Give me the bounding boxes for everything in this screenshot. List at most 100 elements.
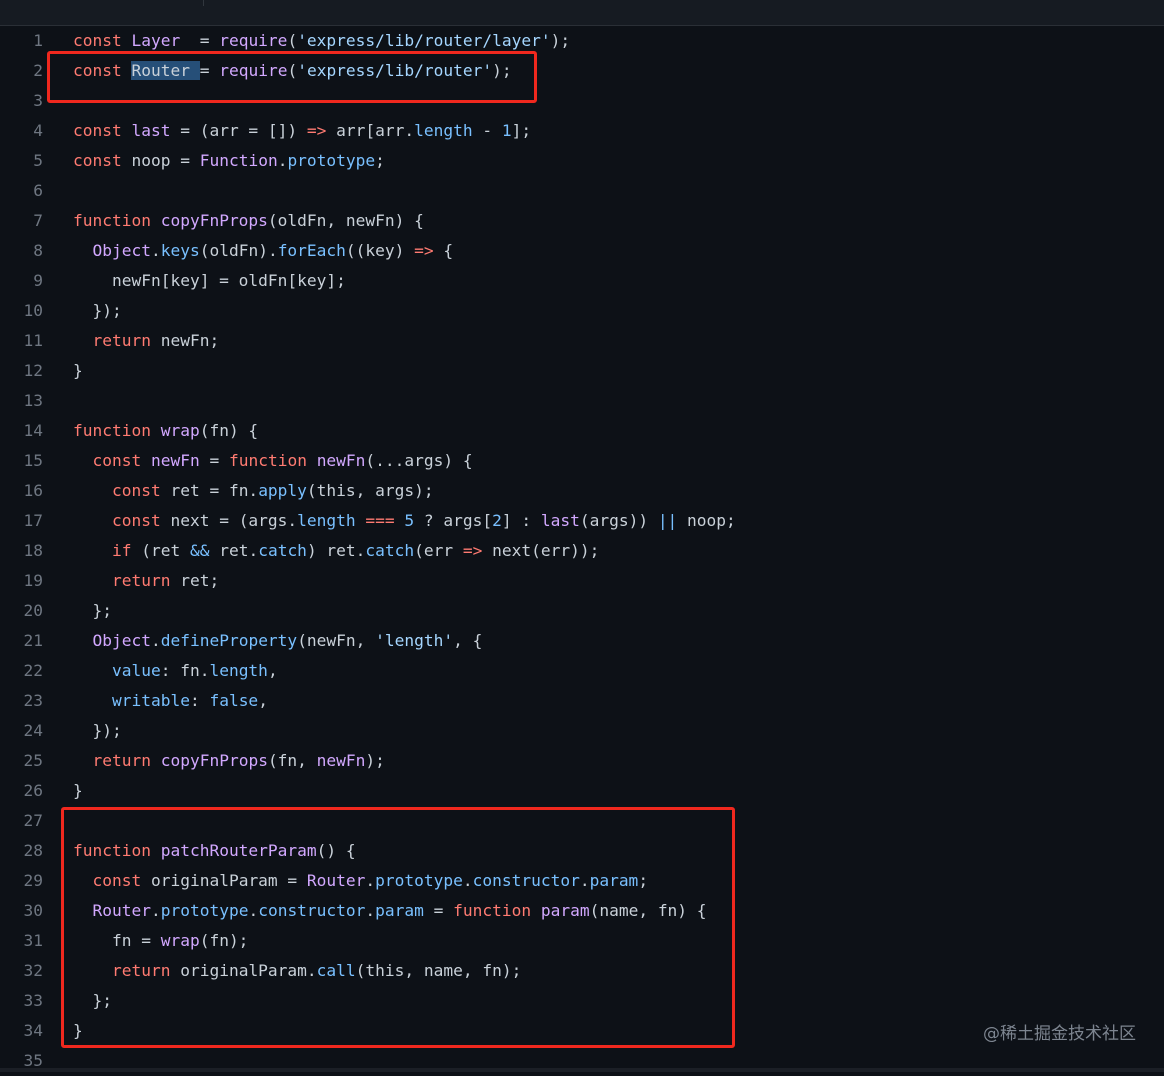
code-token: const [92,451,151,470]
code-line[interactable]: 15 const newFn = function newFn(...args)… [0,446,1164,476]
code-line[interactable]: 29 const originalParam = Router.prototyp… [0,866,1164,896]
code-token: ( [287,61,298,80]
line-number: 3 [33,91,43,110]
code-token: , [267,661,278,680]
code-token: wrap [160,421,200,440]
code-text: Router.prototype.constructor.param = fun… [73,896,707,926]
code-line[interactable]: 26} [0,776,1164,806]
code-token: (err [414,541,463,560]
code-token: const [92,871,151,890]
code-line[interactable]: 21 Object.defineProperty(newFn, 'length'… [0,626,1164,656]
code-token: ? args[ [414,511,493,530]
code-token: prototype [287,151,376,170]
code-token: ((key) [345,241,415,260]
code-token: require [219,61,288,80]
code-token: defineProperty [160,631,298,650]
code-line[interactable]: 24 }); [0,716,1164,746]
code-line[interactable]: 28 function patchRouterParam() { [0,836,1164,866]
code-token: newFn [316,751,366,770]
code-text: return newFn; [73,326,220,356]
code-token: (...args) { [365,451,473,470]
code-line[interactable]: 11 return newFn; [0,326,1164,356]
code-line[interactable]: 32 return originalParam.call(this, name,… [0,956,1164,986]
code-token: 2 [492,511,502,530]
code-line[interactable]: 19 return ret; [0,566,1164,596]
line-number: 14 [23,421,44,440]
code-token: (ret [141,541,190,560]
code-token: const [111,511,171,530]
code-token: forEach [277,241,346,260]
code-token: keys [160,241,200,260]
code-text: value: fn.length, [73,656,278,686]
line-number: 2 [33,61,43,80]
code-token: 'express/lib/router' [297,61,493,80]
code-token: (this, name, fn); [355,961,522,980]
line-number: 19 [23,571,44,590]
code-text: const noop = Function.prototype; [73,146,385,176]
code-line[interactable]: 3 [0,86,1164,116]
code-token: function [73,421,161,440]
line-number: 5 [33,151,43,170]
code-line[interactable]: 1 const Layer = require('express/lib/rout… [0,26,1164,56]
code-token: catch [365,541,415,560]
line-number: 18 [23,541,44,560]
code-token: . [150,631,161,650]
code-token: ] : [501,511,541,530]
line-number: 16 [23,481,44,500]
code-token: catch [258,541,307,560]
code-token: function [228,451,317,470]
code-token: originalParam. [180,961,317,980]
line-number: 26 [23,781,44,800]
code-token: Layer [131,31,181,50]
code-token: (args)) [579,511,658,530]
code-editor[interactable]: 1 const Layer = require('express/lib/rout… [0,26,1164,1072]
code-token: noop = [131,151,200,170]
code-line[interactable]: 20 }; [0,596,1164,626]
code-line[interactable]: 12} [0,356,1164,386]
code-line[interactable]: 7 function copyFnProps(oldFn, newFn) { [0,206,1164,236]
horizontal-scrollbar[interactable] [0,1068,1164,1072]
code-line[interactable]: 25 return copyFnProps(fn, newFn); [0,746,1164,776]
code-token: = (arr = []) [170,121,307,140]
code-token: newFn[key] = oldFn[key]; [73,271,346,290]
code-token: originalParam = [150,871,307,890]
code-line[interactable]: 2 const Router = require('express/lib/rou… [0,56,1164,86]
code-token: = [199,61,220,80]
code-line[interactable]: 6 [0,176,1164,206]
line-number: 8 [33,241,43,260]
code-line[interactable]: 27 [0,806,1164,836]
code-line[interactable]: 18 if (ret && ret.catch) ret.catch(err =… [0,536,1164,566]
code-token: newFn [150,451,200,470]
code-token: ); [550,31,571,50]
code-token: patchRouterParam [160,841,317,860]
code-line[interactable]: 5 const noop = Function.prototype; [0,146,1164,176]
code-token: value [111,661,161,680]
code-line[interactable]: 8 Object.keys(oldFn).forEach((key) => { [0,236,1164,266]
code-line[interactable]: 9 newFn[key] = oldFn[key]; [0,266,1164,296]
code-line[interactable]: 31 fn = wrap(fn); [0,926,1164,956]
code-line[interactable]: 14 function wrap(fn) { [0,416,1164,446]
code-text: const Router = require('express/lib/rout… [73,56,512,86]
code-token: param [375,901,424,920]
code-text: return ret; [73,566,219,596]
code-line[interactable]: 13 [0,386,1164,416]
line-number: 17 [23,511,44,530]
code-token: function [453,901,541,920]
code-line[interactable]: 10 }); [0,296,1164,326]
code-token: } [73,361,83,380]
selected-token: Router [131,61,200,80]
code-line[interactable]: 16 const ret = fn.apply(this, args); [0,476,1164,506]
code-line[interactable]: 22 value: fn.length, [0,656,1164,686]
code-line[interactable]: 30 Router.prototype.constructor.param = … [0,896,1164,926]
code-line[interactable]: 4 const last = (arr = []) => arr[arr.leng… [0,116,1164,146]
code-line[interactable]: 33 }; [0,986,1164,1016]
code-token: call [316,961,356,980]
code-token: copyFnProps [160,211,268,230]
code-text: } [73,356,83,386]
code-token: 'length' [375,631,454,650]
code-token: }); [73,721,122,740]
code-line[interactable]: 23 writable: false, [0,686,1164,716]
code-line[interactable]: 17 const next = (args.length === 5 ? arg… [0,506,1164,536]
